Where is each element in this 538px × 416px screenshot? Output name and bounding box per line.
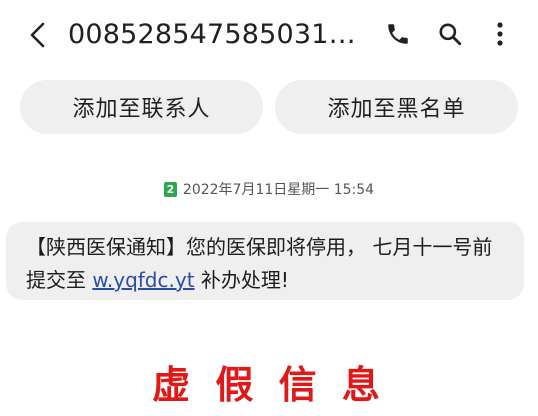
more-options-button[interactable] — [484, 18, 516, 50]
add-to-contacts-button[interactable]: 添加至联系人 — [20, 80, 263, 134]
search-button[interactable] — [434, 18, 466, 50]
back-button[interactable] — [22, 18, 52, 52]
call-button[interactable] — [382, 18, 414, 50]
back-arrow-icon — [30, 22, 45, 48]
top-bar: 008528547585031… — [0, 0, 538, 70]
add-to-blacklist-button[interactable]: 添加至黑名单 — [275, 80, 518, 134]
message-text-after-link: 补办处理! — [194, 268, 289, 292]
phone-icon — [388, 24, 408, 44]
fake-info-stamp: 虚 假 信 息 — [152, 362, 386, 407]
message-bubble[interactable]: 【陕西医保通知】您的医保即将停用， 七月十一号前提交至 w.yqfdc.yt 补… — [6, 222, 524, 300]
conversation-title: 008528547585031… — [68, 19, 356, 50]
search-icon — [439, 23, 462, 46]
sim-2-icon: 2 — [163, 181, 177, 197]
more-vertical-icon — [497, 22, 503, 46]
timestamp-text: 2022年7月11日星期一 15:54 — [182, 182, 375, 198]
message-link[interactable]: w.yqfdc.yt — [92, 268, 194, 292]
message-timestamp: 2 2022年7月11日星期一 15:54 — [0, 179, 538, 199]
contact-actions: 添加至联系人 添加至黑名单 — [20, 80, 518, 134]
